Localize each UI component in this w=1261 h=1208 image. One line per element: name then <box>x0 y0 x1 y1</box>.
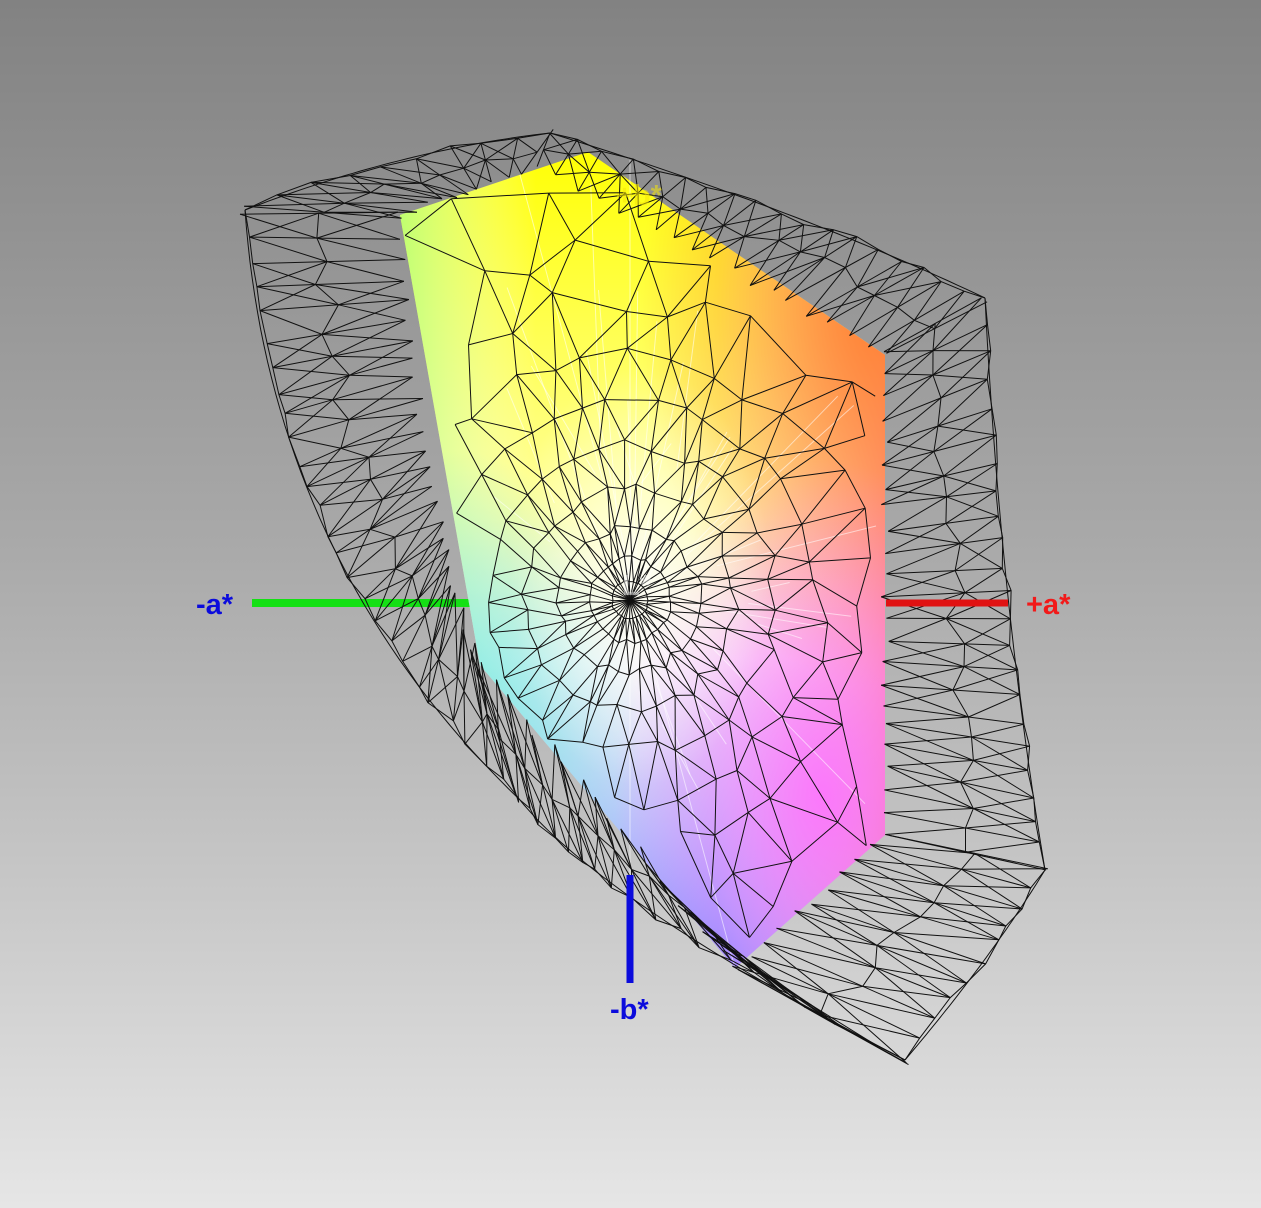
minus-a-axis-label: -a* <box>196 589 234 621</box>
plus-a-axis-label: +a* <box>1026 589 1071 621</box>
gamut-view: -a* +a* -b* +b* L* <box>196 129 1071 1066</box>
l-axis-label: L* <box>622 570 652 602</box>
minus-b-axis-label: -b* <box>610 994 649 1026</box>
plus-b-axis-label: +b* <box>616 180 663 212</box>
